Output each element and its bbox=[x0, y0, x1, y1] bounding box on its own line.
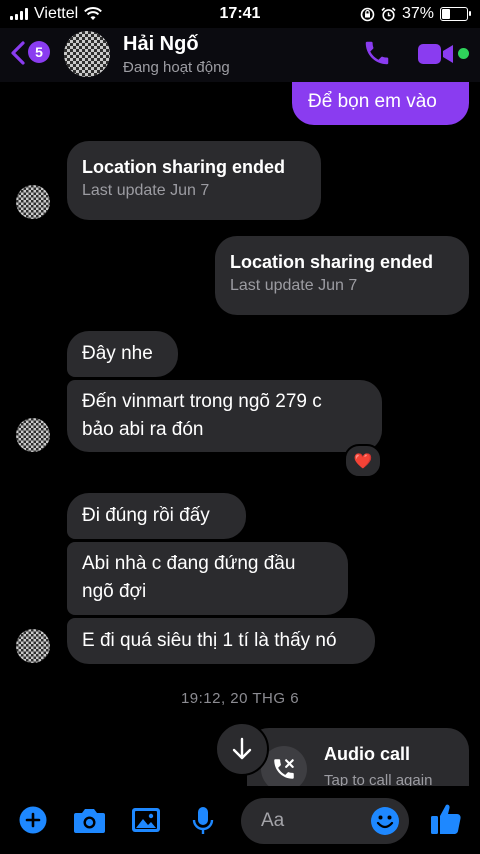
message-text: Đây nhe bbox=[82, 343, 153, 364]
location-card-title: Location sharing ended bbox=[82, 157, 286, 177]
message-timestamp: 19:12, 20 THG 6 bbox=[180, 690, 300, 707]
message-text: Để bọn em vào bbox=[308, 91, 437, 112]
message-text-line: Abi nhà c đang đứng đầu bbox=[82, 553, 296, 574]
received-message[interactable]: E đi quá siêu thị 1 tí là thấy nó bbox=[67, 618, 375, 664]
status-bar: Viettel 17:41 37% bbox=[0, 0, 480, 28]
plus-icon[interactable] bbox=[19, 806, 47, 834]
message-text-line: bảo abi ra đón bbox=[82, 419, 204, 440]
rotation-lock-icon bbox=[360, 7, 375, 21]
received-message[interactable]: Abi nhà c đang đứng đầu ngõ đợi bbox=[67, 542, 348, 615]
message-text: Đi đúng rồi đấy bbox=[82, 505, 210, 526]
battery-icon bbox=[440, 7, 471, 21]
sent-message[interactable]: Để bọn em vào bbox=[292, 82, 469, 125]
location-card-received[interactable]: Location sharing ended Last update Jun 7 bbox=[67, 141, 321, 220]
video-camera-icon[interactable] bbox=[418, 42, 454, 66]
battery-level bbox=[442, 9, 450, 19]
microphone-icon[interactable] bbox=[191, 806, 215, 836]
unread-count-badge[interactable]: 5 bbox=[28, 41, 50, 63]
phone-icon[interactable] bbox=[362, 38, 392, 68]
message-composer bbox=[0, 786, 480, 854]
image-icon[interactable] bbox=[131, 806, 161, 834]
location-card-subtitle: Last update Jun 7 bbox=[230, 277, 358, 294]
scroll-to-bottom-button[interactable] bbox=[215, 722, 269, 776]
arrow-down-icon bbox=[232, 737, 252, 760]
received-message[interactable]: Đến vinmart trong ngõ 279 c bảo abi ra đ… bbox=[67, 380, 382, 452]
alarm-icon bbox=[381, 6, 396, 21]
avatar[interactable] bbox=[16, 629, 50, 663]
contact-status: Đang hoạt động bbox=[123, 59, 230, 76]
audio-call-title: Audio call bbox=[324, 744, 411, 764]
location-card-sent[interactable]: Location sharing ended Last update Jun 7 bbox=[215, 236, 469, 315]
emoji-icon[interactable] bbox=[370, 806, 400, 836]
chevron-left-icon[interactable] bbox=[10, 40, 26, 66]
message-text-line: Đến vinmart trong ngõ 279 c bbox=[82, 391, 322, 412]
camera-icon[interactable] bbox=[73, 806, 106, 834]
location-card-subtitle: Last update Jun 7 bbox=[82, 182, 210, 199]
thumbs-up-icon[interactable] bbox=[430, 802, 462, 836]
battery-percent: 37% bbox=[401, 5, 434, 22]
chat-header: 5 Hải Ngố Đang hoạt động bbox=[0, 28, 480, 82]
received-message[interactable]: Đây nhe bbox=[67, 331, 178, 377]
reaction-badge[interactable]: ❤️ bbox=[344, 444, 382, 478]
contact-name[interactable]: Hải Ngố bbox=[123, 33, 199, 56]
location-card-title: Location sharing ended bbox=[230, 252, 434, 272]
avatar[interactable] bbox=[16, 418, 50, 452]
online-status-dot bbox=[458, 48, 469, 59]
avatar[interactable] bbox=[64, 31, 110, 77]
received-message[interactable]: Đi đúng rồi đấy bbox=[67, 493, 246, 539]
avatar[interactable] bbox=[16, 185, 50, 219]
message-text-line: ngõ đợi bbox=[82, 581, 147, 602]
heart-reaction: ❤️ bbox=[353, 453, 373, 470]
message-text: E đi quá siêu thị 1 tí là thấy nó bbox=[82, 630, 337, 651]
